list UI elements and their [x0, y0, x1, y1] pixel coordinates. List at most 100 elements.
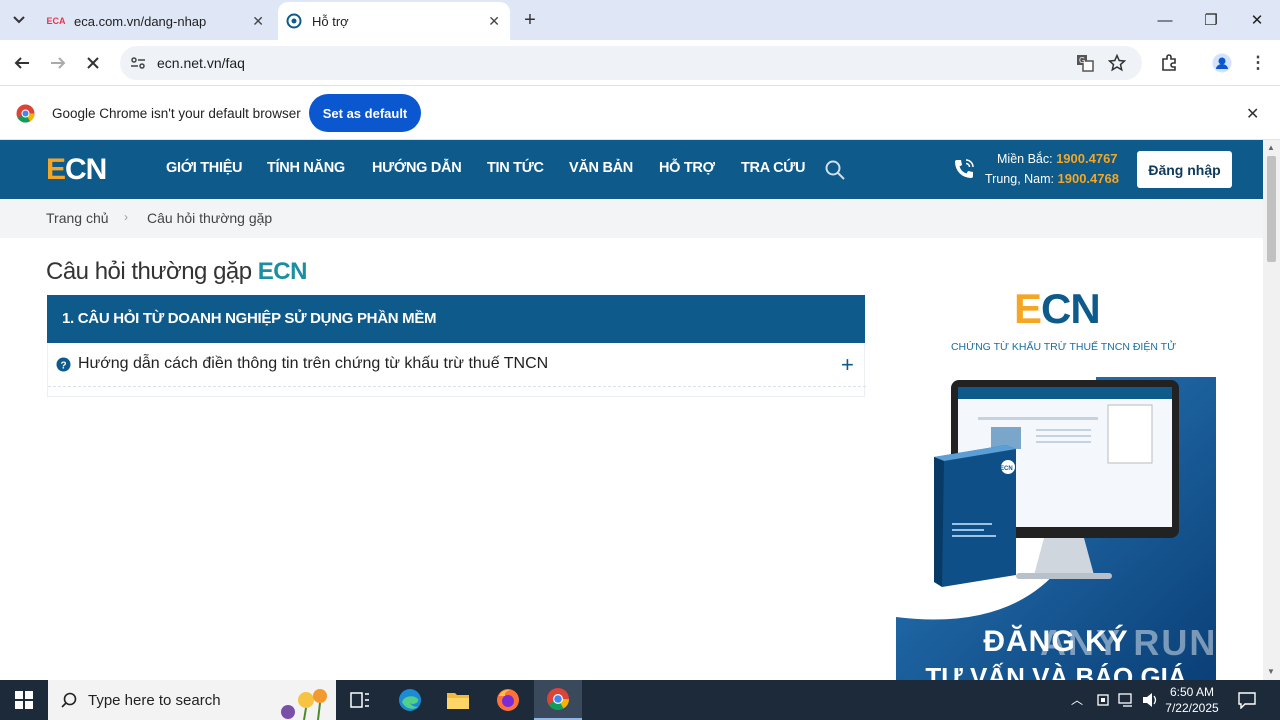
- taskbar-search-box[interactable]: Type here to search: [48, 680, 336, 720]
- close-icon: [87, 57, 99, 69]
- search-icon[interactable]: [825, 160, 845, 180]
- firefox-icon: [497, 689, 519, 711]
- hotline-south: Trung, Nam: 1900.4768: [985, 171, 1119, 186]
- url-text: ecn.net.vn/faq: [157, 55, 245, 71]
- avatar-icon: [1212, 53, 1232, 73]
- windows-taskbar: Type here to search ︿ 6:50 AM 7/22/2025: [0, 680, 1280, 720]
- nav-van-ban[interactable]: VĂN BẢN: [569, 160, 633, 176]
- close-window-button[interactable]: ✕: [1234, 0, 1280, 40]
- question-circle-icon: ?: [56, 357, 71, 372]
- browser-toolbar: ecn.net.vn/faq G ⋮: [0, 40, 1280, 86]
- hotline-north: Miền Bắc: 1900.4767: [997, 151, 1118, 166]
- minimize-button[interactable]: —: [1142, 0, 1188, 40]
- svg-text:ECN: ECN: [1000, 466, 1013, 472]
- address-bar[interactable]: ecn.net.vn/faq G: [120, 46, 1142, 80]
- nav-tin-tuc[interactable]: TIN TỨC: [487, 160, 544, 176]
- task-view-icon: [350, 692, 369, 708]
- clock-date: 7/22/2025: [1165, 701, 1219, 715]
- hotline-south-number[interactable]: 1900.4768: [1058, 171, 1119, 186]
- start-button[interactable]: [0, 680, 48, 720]
- network-defender-icon[interactable]: [1096, 692, 1110, 708]
- firefox-button[interactable]: [484, 680, 532, 720]
- network-icon[interactable]: [1118, 692, 1136, 708]
- new-tab-button[interactable]: +: [518, 8, 542, 32]
- nav-gioi-thieu[interactable]: GIỚI THIỆU: [166, 160, 243, 176]
- extensions-button[interactable]: [1154, 48, 1184, 78]
- taskbar-search-placeholder: Type here to search: [88, 691, 221, 709]
- flowers-icon: [281, 689, 327, 720]
- ad-ecn-logo: ECN: [1014, 285, 1101, 332]
- back-button[interactable]: [7, 48, 37, 78]
- tab-title: Hỗ trợ: [312, 13, 349, 29]
- volume-icon[interactable]: [1142, 692, 1160, 708]
- system-clock[interactable]: 6:50 AM 7/22/2025: [1160, 684, 1224, 716]
- menu-button[interactable]: ⋮: [1243, 48, 1273, 78]
- anyrun-watermark: ANY RUN: [1040, 622, 1218, 663]
- page-scrollbar[interactable]: ▲ ▼: [1263, 140, 1280, 680]
- restore-button[interactable]: ❐: [1188, 0, 1234, 40]
- site-header: ECN GIỚI THIỆU TÍNH NĂNG HƯỚNG DẪN TIN T…: [0, 140, 1263, 199]
- svg-text:G: G: [1079, 56, 1085, 65]
- arrow-left-icon: [14, 57, 29, 69]
- task-view-button[interactable]: [336, 680, 384, 720]
- nav-tinh-nang[interactable]: TÍNH NĂNG: [267, 160, 345, 176]
- file-explorer-button[interactable]: [434, 680, 482, 720]
- faq-item[interactable]: ? Hướng dẫn cách điền thông tin trên chứ…: [47, 343, 866, 397]
- notification-icon[interactable]: [1238, 691, 1256, 709]
- scroll-down-icon[interactable]: ▼: [1267, 667, 1275, 676]
- bookmark-star-icon[interactable]: [1108, 54, 1126, 72]
- tab-search-button[interactable]: [6, 7, 32, 33]
- chrome-taskbar-button[interactable]: [534, 680, 582, 720]
- site-favicon-icon: [286, 13, 302, 29]
- breadcrumb-home[interactable]: Trang chủ: [46, 210, 109, 226]
- search-icon: [61, 692, 77, 708]
- nav-tra-cuu[interactable]: TRA CỨU: [741, 160, 805, 176]
- tab-strip: ECA eca.com.vn/dang-nhap ✕ Hỗ trợ ✕ + — …: [0, 0, 1280, 40]
- ad-tagline: CHỨNG TỪ KHẤU TRỪ THUẾ TNCN ĐIỆN TỬ: [950, 341, 1177, 353]
- login-button[interactable]: Đăng nhập: [1137, 151, 1232, 188]
- ad-banner[interactable]: ECN CHỨNG TỪ KHẤU TRỪ THUẾ TNCN ĐIỆN TỬ …: [896, 257, 1216, 680]
- breadcrumb-separator: ›: [124, 210, 128, 224]
- stop-loading-button[interactable]: [78, 48, 108, 78]
- eca-favicon-icon: ECA: [46, 16, 66, 26]
- edge-button[interactable]: [386, 680, 434, 720]
- puzzle-icon: [1162, 54, 1176, 71]
- divider: [48, 386, 866, 387]
- nav-ho-tro[interactable]: HỖ TRỢ: [659, 160, 715, 176]
- ad-cta-line2: TƯ VẤN VÀ BÁO GIÁ: [925, 662, 1187, 680]
- chrome-icon: [547, 688, 569, 710]
- chevron-down-icon: [13, 16, 25, 24]
- set-as-default-button[interactable]: Set as default: [309, 94, 421, 132]
- profile-button[interactable]: [1207, 48, 1237, 78]
- breadcrumb-current: Câu hỏi thường gặp: [147, 210, 273, 226]
- arrow-right-icon: [51, 57, 66, 69]
- breadcrumb: Trang chủ › Câu hỏi thường gặp: [0, 199, 1263, 238]
- ecn-logo[interactable]: ECN: [46, 153, 107, 187]
- default-browser-infobar: Google Chrome isn't your default browser…: [0, 87, 1280, 140]
- infobar-message: Google Chrome isn't your default browser: [52, 106, 301, 121]
- windows-logo-icon: [15, 691, 33, 709]
- scroll-up-icon[interactable]: ▲: [1267, 143, 1275, 152]
- phone-icon: [955, 159, 974, 178]
- edge-icon: [399, 689, 421, 711]
- scrollbar-thumb[interactable]: [1267, 156, 1276, 262]
- folder-icon: [447, 693, 469, 709]
- close-infobar-icon[interactable]: ✕: [1246, 104, 1259, 124]
- clock-time: 6:50 AM: [1169, 685, 1215, 699]
- tab-ho-tro[interactable]: Hỗ trợ ✕: [278, 2, 510, 40]
- forward-button[interactable]: [43, 48, 73, 78]
- faq-question-text[interactable]: Hướng dẫn cách điền thông tin trên chứng…: [78, 355, 548, 373]
- page-title: Câu hỏi thường gặp ECN: [46, 258, 307, 285]
- tab-eca-login[interactable]: ECA eca.com.vn/dang-nhap ✕: [38, 2, 274, 40]
- chrome-logo-icon: [16, 104, 35, 123]
- nav-huong-dan[interactable]: HƯỚNG DẪN: [372, 160, 462, 176]
- close-tab-icon[interactable]: ✕: [488, 13, 500, 30]
- show-hidden-icons[interactable]: ︿: [1071, 691, 1083, 708]
- site-settings-icon[interactable]: [130, 55, 146, 71]
- translate-icon[interactable]: G: [1076, 54, 1094, 72]
- svg-text:?: ?: [61, 361, 67, 372]
- faq-section-header: 1. CÂU HỎI TỪ DOANH NGHIỆP SỬ DỤNG PHẦN …: [47, 295, 865, 343]
- expand-plus-icon[interactable]: +: [841, 352, 854, 378]
- hotline-north-number[interactable]: 1900.4767: [1056, 151, 1117, 166]
- close-tab-icon[interactable]: ✕: [252, 13, 264, 30]
